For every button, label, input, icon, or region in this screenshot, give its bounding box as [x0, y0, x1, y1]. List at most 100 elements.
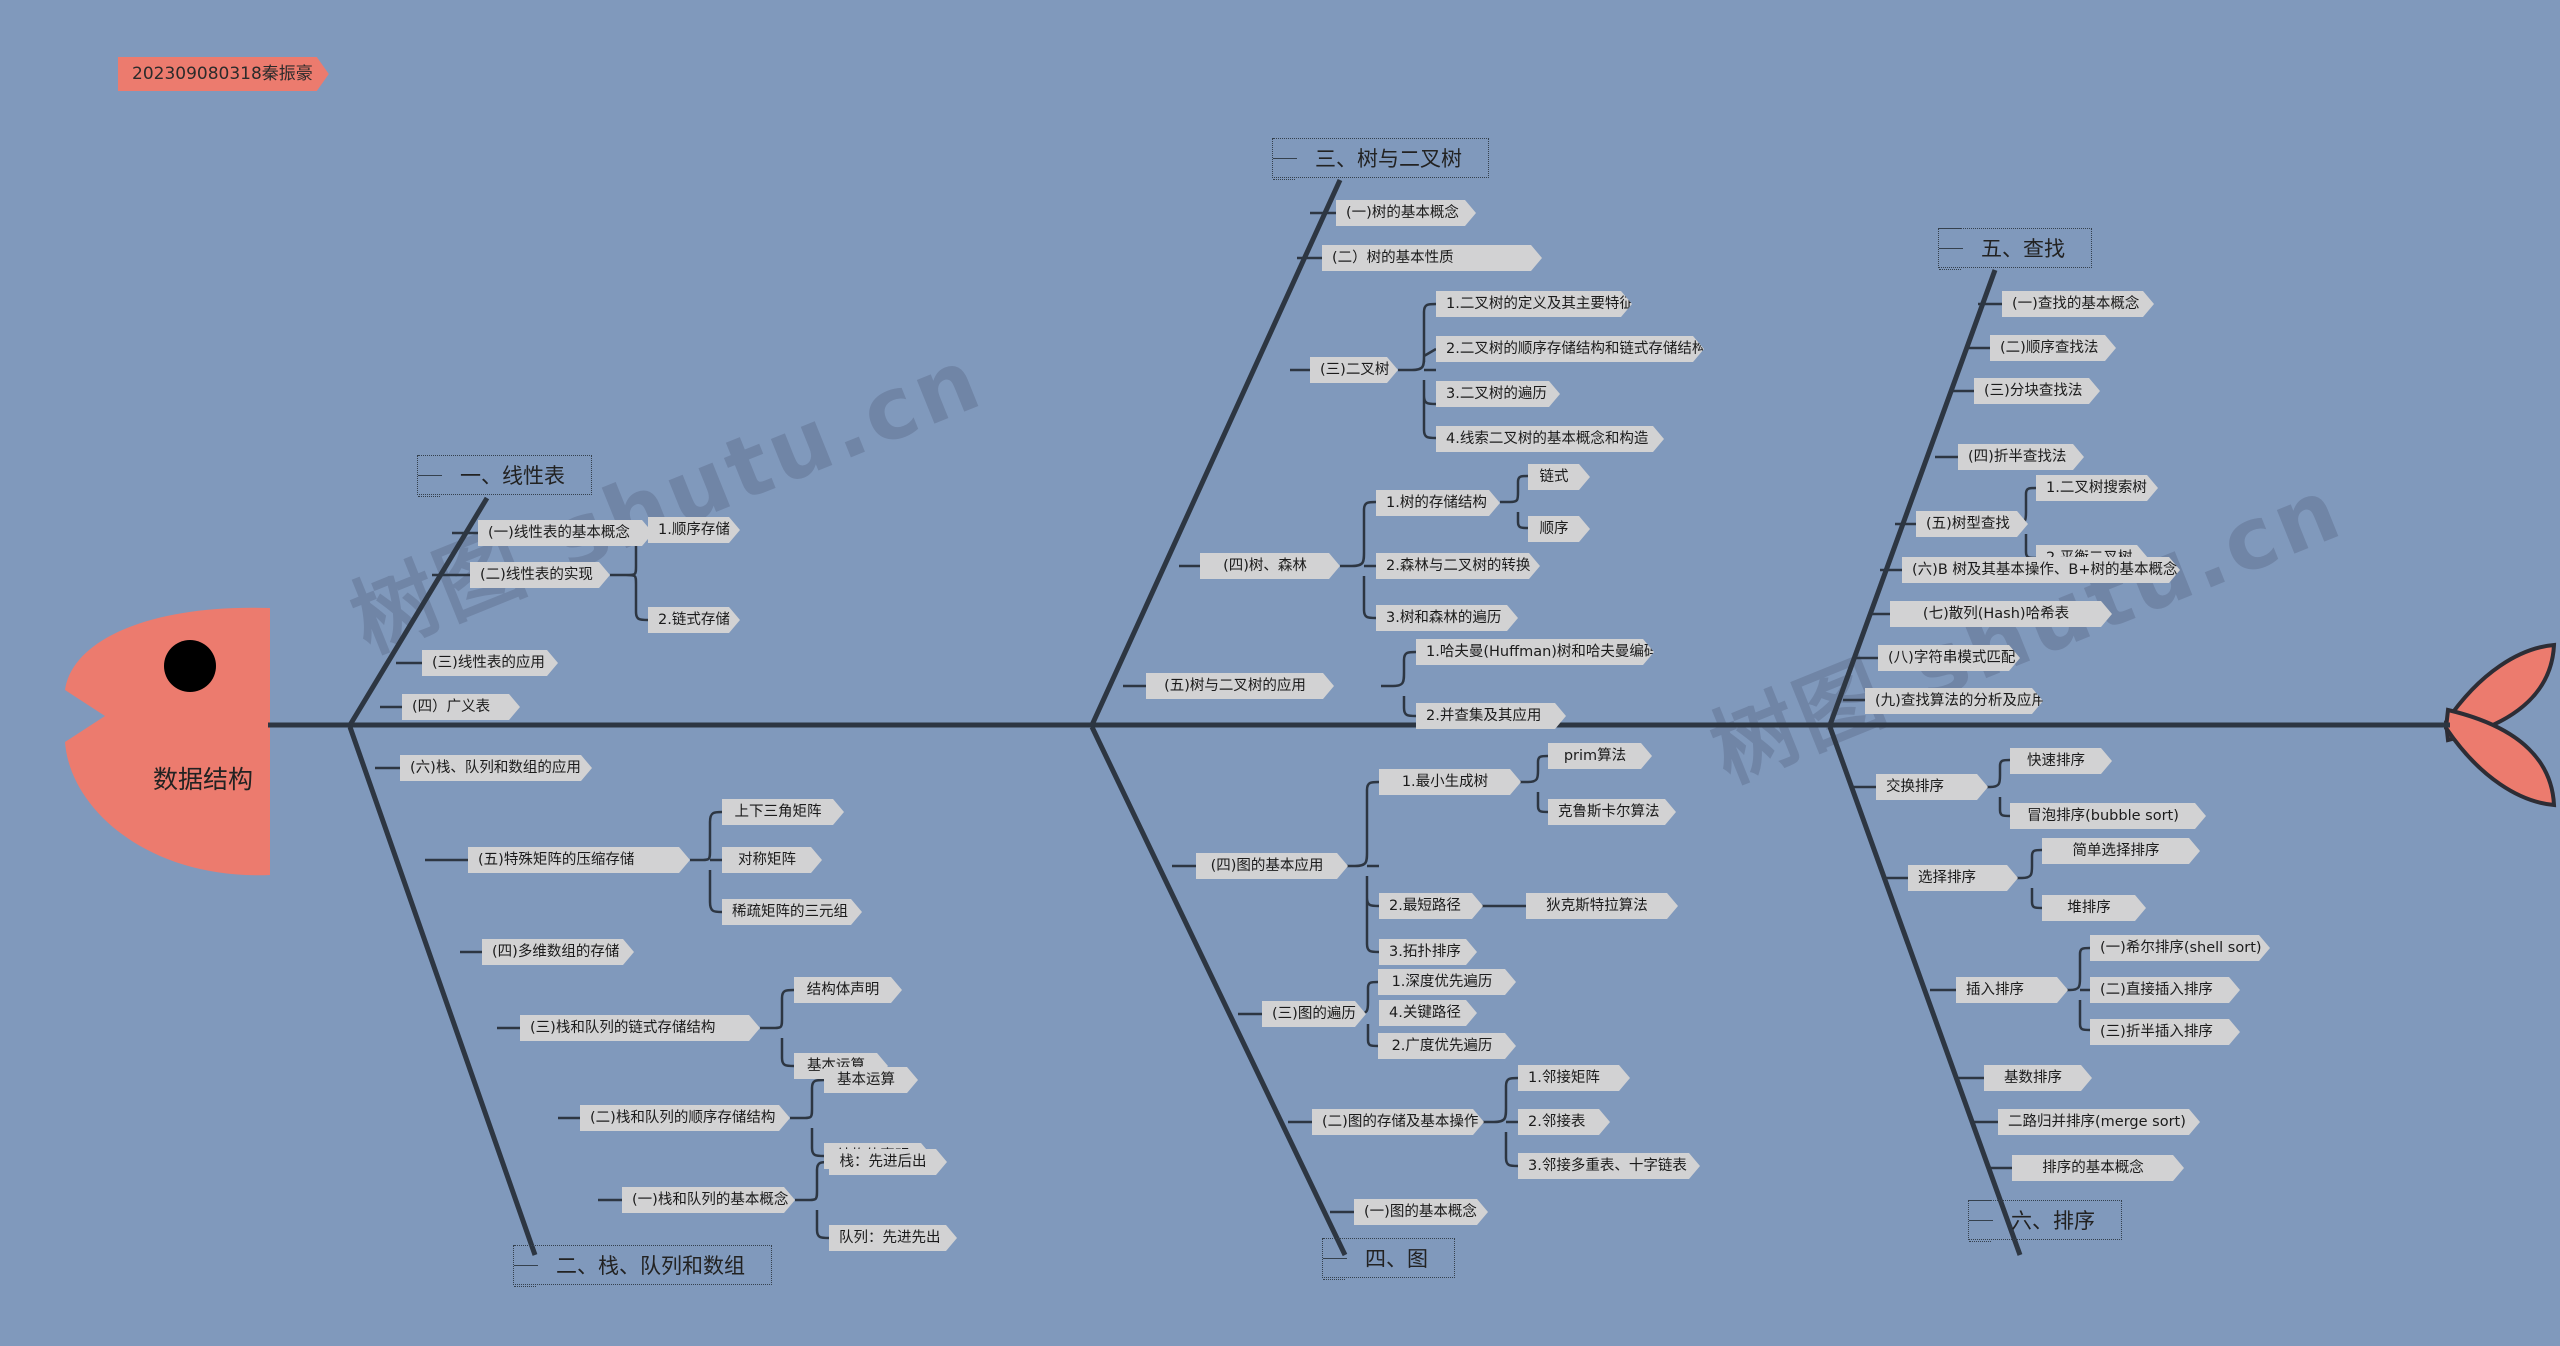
node-graph-1-child-2[interactable]: 2.最短路径 [1379, 893, 1483, 919]
node-sort-5[interactable]: 二路归并排序(merge sort) [1998, 1109, 2200, 1135]
node-tree-5[interactable]: (五)树与二叉树的应用 [1146, 673, 1334, 699]
node-tree-4[interactable]: (四)树、森林 [1200, 553, 1340, 579]
node-stack-1[interactable]: (六)栈、队列和数组的应用 [400, 755, 592, 781]
node-tree-4-child-2[interactable]: 2.森林与二叉树的转换 [1376, 553, 1540, 579]
node-stack-3[interactable]: (四)多维数组的存储 [482, 939, 634, 965]
node-graph-1-child-3[interactable]: 3.拓扑排序 [1379, 939, 1477, 965]
fish-head [65, 607, 270, 876]
node-linear-2[interactable]: (二)线性表的实现 [470, 562, 610, 588]
category-label: 六、排序 [2011, 1209, 2095, 1233]
node-sort-2[interactable]: 选择排序 [1908, 865, 2018, 891]
node-sort-3-child-3[interactable]: (三)折半插入排序 [2090, 1019, 2240, 1045]
node-sort-2-child-2[interactable]: 堆排序 [2042, 895, 2146, 921]
node-sort-2-child-1[interactable]: 简单选择排序 [2042, 838, 2200, 864]
chevron-notch-icon [1969, 1200, 1999, 1242]
fish-head-label: 数据结构 [152, 765, 253, 794]
node-linear-1[interactable]: (一)线性表的基本概念 [478, 520, 653, 546]
node-sort-1-child-2[interactable]: 冒泡排序(bubble sort) [2010, 803, 2206, 829]
fishbone-diagram-canvas: 树图.shutu.cn 树图.shutu.cn 202309080318秦振豪 … [0, 0, 2560, 1346]
chevron-notch-icon [418, 455, 448, 497]
node-graph-1[interactable]: (四)图的基本应用 [1196, 853, 1348, 879]
node-sort-1-child-1[interactable]: 快速排序 [2010, 748, 2112, 774]
chevron-notch-icon [514, 1245, 544, 1287]
author-title-badge: 202309080318秦振豪 [118, 57, 329, 91]
node-graph-3-child-3[interactable]: 3.邻接多重表、十字链表 [1518, 1153, 1700, 1179]
node-tree-4-child-1[interactable]: 1.树的存储结构 [1376, 490, 1500, 516]
node-search-9[interactable]: (九)查找算法的分析及应用 [1865, 688, 2043, 714]
node-search-2[interactable]: (二)顺序查找法 [1990, 335, 2116, 361]
category-tree-binary-tree[interactable]: 三、树与二叉树 [1272, 138, 1489, 180]
node-stack-2-child-3[interactable]: 稀疏矩阵的三元组 [722, 899, 862, 925]
node-search-5[interactable]: (五)树型查找 [1916, 511, 2028, 537]
node-graph-2[interactable]: (三)图的遍历 [1262, 1001, 1366, 1027]
node-tree-storage-seq[interactable]: 顺序 [1528, 516, 1590, 542]
node-graph-1-child-1[interactable]: 1.最小生成树 [1379, 769, 1521, 795]
rib-linear-list [347, 496, 490, 727]
fish-tail-upper [2443, 642, 2557, 743]
node-mst-prim[interactable]: prim算法 [1548, 743, 1652, 769]
node-graph-2-child-2[interactable]: 2.广度优先遍历 [1378, 1033, 1516, 1059]
node-sort-4[interactable]: 基数排序 [1984, 1065, 2092, 1091]
category-label: 一、线性表 [460, 464, 565, 488]
node-linear-2-child-2[interactable]: 2.链式存储 [648, 607, 740, 633]
node-sort-6[interactable]: 排序的基本概念 [2012, 1155, 2184, 1181]
node-tree-4-child-3[interactable]: 3.树和森林的遍历 [1376, 605, 1518, 631]
node-stack-2-child-2[interactable]: 对称矩阵 [722, 847, 822, 873]
node-tree-3-child-3[interactable]: 3.二叉树的遍历 [1436, 381, 1560, 407]
category-search[interactable]: 五、查找 [1938, 228, 2092, 270]
category-label: 五、查找 [1981, 237, 2065, 261]
node-tree-3-child-4[interactable]: 4.线索二叉树的基本概念和构造 [1436, 426, 1664, 452]
node-stack-6[interactable]: (一)栈和队列的基本概念 [622, 1187, 795, 1213]
node-sort-3-child-2[interactable]: (二)直接插入排序 [2090, 977, 2240, 1003]
node-graph-1-child-4[interactable]: 4.关键路径 [1379, 1000, 1477, 1026]
node-sort-1[interactable]: 交换排序 [1876, 774, 1988, 800]
node-tree-5-child-1[interactable]: 1.哈夫曼(Huffman)树和哈夫曼编码 [1416, 639, 1654, 665]
node-linear-4[interactable]: (四）广义表 [402, 694, 520, 720]
node-search-4[interactable]: (四)折半查找法 [1958, 444, 2084, 470]
node-search-6[interactable]: (六)B 树及其基本操作、B+树的基本概念 [1902, 557, 2180, 583]
node-stack-6-child-1[interactable]: 栈：先进后出 [829, 1149, 947, 1175]
category-stack-queue-array[interactable]: 二、栈、队列和数组 [513, 1245, 772, 1287]
rib-stack-queue-array [347, 726, 538, 1256]
category-sort[interactable]: 六、排序 [1968, 1200, 2122, 1242]
category-graph[interactable]: 四、图 [1322, 1238, 1455, 1280]
node-stack-2-child-1[interactable]: 上下三角矩阵 [722, 799, 844, 825]
connectors-linear-list [380, 528, 649, 709]
chevron-notch-icon [1273, 138, 1303, 180]
node-tree-storage-chain[interactable]: 链式 [1528, 464, 1590, 490]
chevron-notch-icon [1939, 228, 1969, 270]
node-search-5-child-1[interactable]: 1.二叉树搜索树 [2036, 475, 2158, 501]
node-stack-5[interactable]: (二)栈和队列的顺序存储结构 [580, 1105, 790, 1131]
node-search-7[interactable]: (七)散列(Hash)哈希表 [1890, 601, 2112, 627]
node-mst-kruskal[interactable]: 克鲁斯卡尔算法 [1548, 799, 1676, 825]
node-shortest-path-dijkstra[interactable]: 狄克斯特拉算法 [1526, 893, 1678, 919]
node-stack-4[interactable]: (三)栈和队列的链式存储结构 [520, 1015, 760, 1041]
node-linear-3[interactable]: (三)线性表的应用 [422, 650, 558, 676]
node-sort-3-child-1[interactable]: (一)希尔排序(shell sort) [2090, 935, 2270, 961]
node-graph-3-child-1[interactable]: 1.邻接矩阵 [1518, 1065, 1630, 1091]
category-linear-list[interactable]: 一、线性表 [417, 455, 592, 497]
node-tree-2[interactable]: (二）树的基本性质 [1322, 245, 1542, 271]
node-graph-3-child-2[interactable]: 2.邻接表 [1518, 1109, 1610, 1135]
category-label: 二、栈、队列和数组 [556, 1254, 745, 1278]
node-graph-4[interactable]: (一)图的基本概念 [1354, 1199, 1488, 1225]
node-stack-4-child-1[interactable]: 结构体声明 [794, 977, 902, 1003]
node-graph-3[interactable]: (二)图的存储及基本操作 [1312, 1109, 1484, 1135]
connectors-search [1843, 302, 2037, 702]
node-tree-5-child-2[interactable]: 2.并查集及其应用 [1416, 703, 1566, 729]
node-tree-3-child-1[interactable]: 1.二叉树的定义及其主要特征 [1436, 291, 1632, 317]
node-tree-1[interactable]: (一)树的基本概念 [1336, 200, 1476, 226]
node-search-1[interactable]: (一)查找的基本概念 [2002, 291, 2154, 317]
node-search-3[interactable]: (三)分块查找法 [1974, 378, 2100, 404]
node-sort-3[interactable]: 插入排序 [1956, 977, 2068, 1003]
node-tree-3-child-2[interactable]: 2.二叉树的顺序存储结构和链式存储结构 [1436, 336, 1704, 362]
node-stack-5-child-1[interactable]: 基本运算 [824, 1067, 918, 1093]
node-search-8[interactable]: (八)字符串模式匹配 [1878, 645, 2020, 671]
node-tree-3[interactable]: (三)二叉树 [1310, 357, 1398, 383]
node-graph-2-child-1[interactable]: 1.深度优先遍历 [1378, 969, 1516, 995]
node-linear-2-child-1[interactable]: 1.顺序存储 [648, 517, 740, 543]
connectors-stack-queue [375, 766, 830, 1240]
category-label: 三、树与二叉树 [1315, 147, 1462, 171]
node-stack-6-child-2[interactable]: 队列：先进先出 [829, 1225, 957, 1251]
node-stack-2[interactable]: (五)特殊矩阵的压缩存储 [468, 847, 690, 873]
